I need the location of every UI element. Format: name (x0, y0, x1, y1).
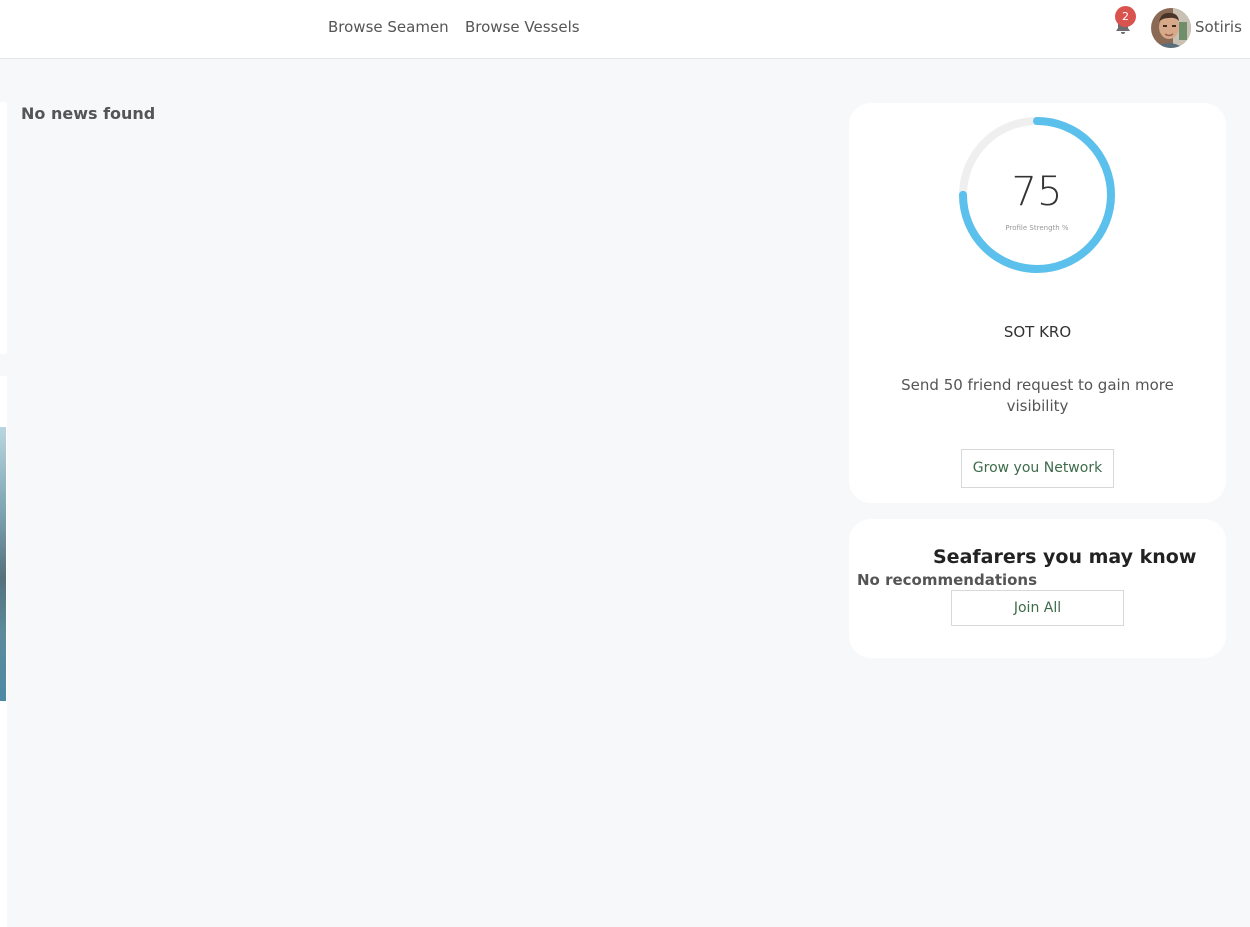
clipped-photo (0, 427, 6, 701)
seafarers-title: Seafarers you may know (933, 546, 1197, 568)
seafarers-card: Seafarers you may know No recommendation… (849, 519, 1226, 658)
grow-network-button[interactable]: Grow you Network (961, 449, 1114, 488)
user-avatar[interactable] (1151, 8, 1191, 48)
notification-count-badge[interactable]: 2 (1115, 6, 1136, 27)
no-recommendations-message: No recommendations (857, 571, 1038, 589)
avatar-photo (1151, 8, 1191, 48)
profile-strength-caption: Profile Strength % (1005, 224, 1069, 232)
left-column-gap (0, 354, 7, 376)
profile-name: SOT KRO (1003, 323, 1072, 341)
profile-strength-value: 75 (1011, 169, 1063, 215)
user-name[interactable]: Sotiris (1195, 17, 1242, 37)
left-column-gap (0, 59, 7, 102)
profile-hint: Send 50 friend request to gain more visi… (901, 376, 1174, 415)
profile-strength-card: 75 Profile Strength % SOT KRO Send 50 fr… (849, 103, 1226, 503)
nav-browse-vessels[interactable]: Browse Vessels (465, 17, 580, 37)
no-news-message: No news found (21, 104, 156, 123)
top-navigation-bar: Browse Seamen Browse Vessels 2 Sotiris (0, 0, 1250, 59)
join-all-button[interactable]: Join All (951, 590, 1124, 626)
nav-browse-seamen[interactable]: Browse Seamen (328, 17, 449, 37)
